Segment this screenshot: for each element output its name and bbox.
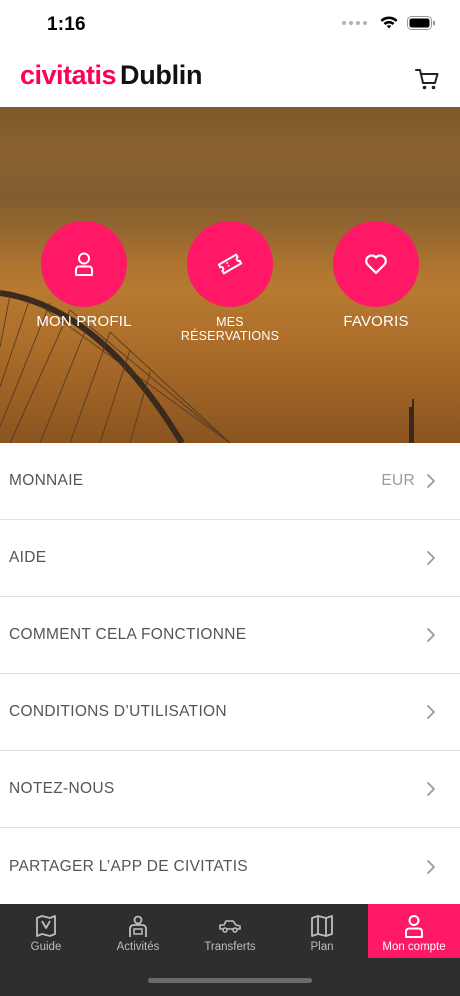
tab-plan[interactable]: Plan: [276, 904, 368, 958]
tab-label: Activités: [116, 941, 160, 953]
user-icon: [75, 252, 93, 276]
tab-label: Transferts: [204, 941, 256, 953]
menu-item-label: PARTAGER L’APP DE CIVITATIS: [9, 857, 248, 875]
reservations-action[interactable]: MES RÉSERVATIONS: [170, 221, 290, 343]
hero-banner: MON PROFIL MES RÉSERVATIONS FAVORIS: [0, 107, 460, 443]
tab-transfers[interactable]: Transferts: [184, 904, 276, 958]
account-menu: MONNAIE EUR AIDE COMMENT CELA FONCTIONNE…: [0, 443, 460, 905]
app-header: civitatis Dublin: [0, 50, 460, 107]
menu-item-label: AIDE: [9, 549, 47, 566]
menu-item-share-app[interactable]: PARTAGER L’APP DE CIVITATIS: [0, 828, 460, 905]
chevron-right-icon: [427, 782, 435, 796]
reservations-label: MES RÉSERVATIONS: [180, 315, 280, 343]
guide-person-icon: [129, 915, 147, 937]
currency-value: EUR: [381, 472, 415, 489]
car-icon: [219, 920, 241, 933]
status-bar: 1:16: [0, 0, 460, 50]
reservations-circle[interactable]: [187, 221, 273, 307]
menu-item-help[interactable]: AIDE: [0, 520, 460, 597]
ticket-icon: [217, 253, 243, 275]
profile-label: MON PROFIL: [36, 313, 132, 330]
menu-item-currency[interactable]: MONNAIE EUR: [0, 443, 460, 520]
status-time: 1:16: [47, 14, 86, 35]
cellular-dots-icon: [342, 20, 367, 25]
bottom-tab-bar: Guide Activités Transferts Plan Mon comp…: [0, 904, 460, 996]
profile-circle[interactable]: [41, 221, 127, 307]
tab-activities[interactable]: Activités: [92, 904, 184, 958]
menu-item-terms[interactable]: CONDITIONS D’UTILISATION: [0, 674, 460, 751]
map-icon: [311, 915, 333, 937]
chevron-right-icon: [427, 705, 435, 719]
favorites-circle[interactable]: [333, 221, 419, 307]
chevron-right-icon: [427, 859, 435, 874]
tab-my-account[interactable]: Mon compte: [368, 904, 460, 958]
cart-icon[interactable]: [414, 66, 440, 92]
user-icon: [405, 915, 423, 938]
map-book-icon: [36, 915, 56, 937]
battery-icon: [407, 15, 435, 30]
home-indicator: [148, 978, 312, 983]
brand-logo: civitatis: [20, 60, 117, 90]
menu-item-label: MONNAIE: [9, 472, 84, 489]
menu-item-how-it-works[interactable]: COMMENT CELA FONCTIONNE: [0, 597, 460, 674]
menu-item-label: COMMENT CELA FONCTIONNE: [9, 626, 247, 643]
favorites-label: FAVORIS: [343, 313, 409, 330]
heart-icon: [365, 254, 387, 275]
favorites-action[interactable]: FAVORIS: [316, 221, 436, 330]
tab-guide[interactable]: Guide: [0, 904, 92, 958]
tab-label: Plan: [310, 941, 334, 953]
menu-item-label: NOTEZ-NOUS: [9, 780, 115, 797]
status-icons: [342, 15, 436, 30]
menu-item-label: CONDITIONS D’UTILISATION: [9, 703, 227, 720]
profile-action[interactable]: MON PROFIL: [24, 221, 144, 330]
tab-label: Mon compte: [382, 941, 446, 953]
chevron-right-icon: [427, 628, 435, 642]
chevron-right-icon: [427, 551, 435, 565]
tab-label: Guide: [30, 941, 62, 953]
city-title: Dublin: [120, 60, 203, 90]
chevron-right-icon: [427, 474, 435, 488]
menu-item-rate-us[interactable]: NOTEZ-NOUS: [0, 751, 460, 828]
wifi-icon: [380, 16, 398, 29]
